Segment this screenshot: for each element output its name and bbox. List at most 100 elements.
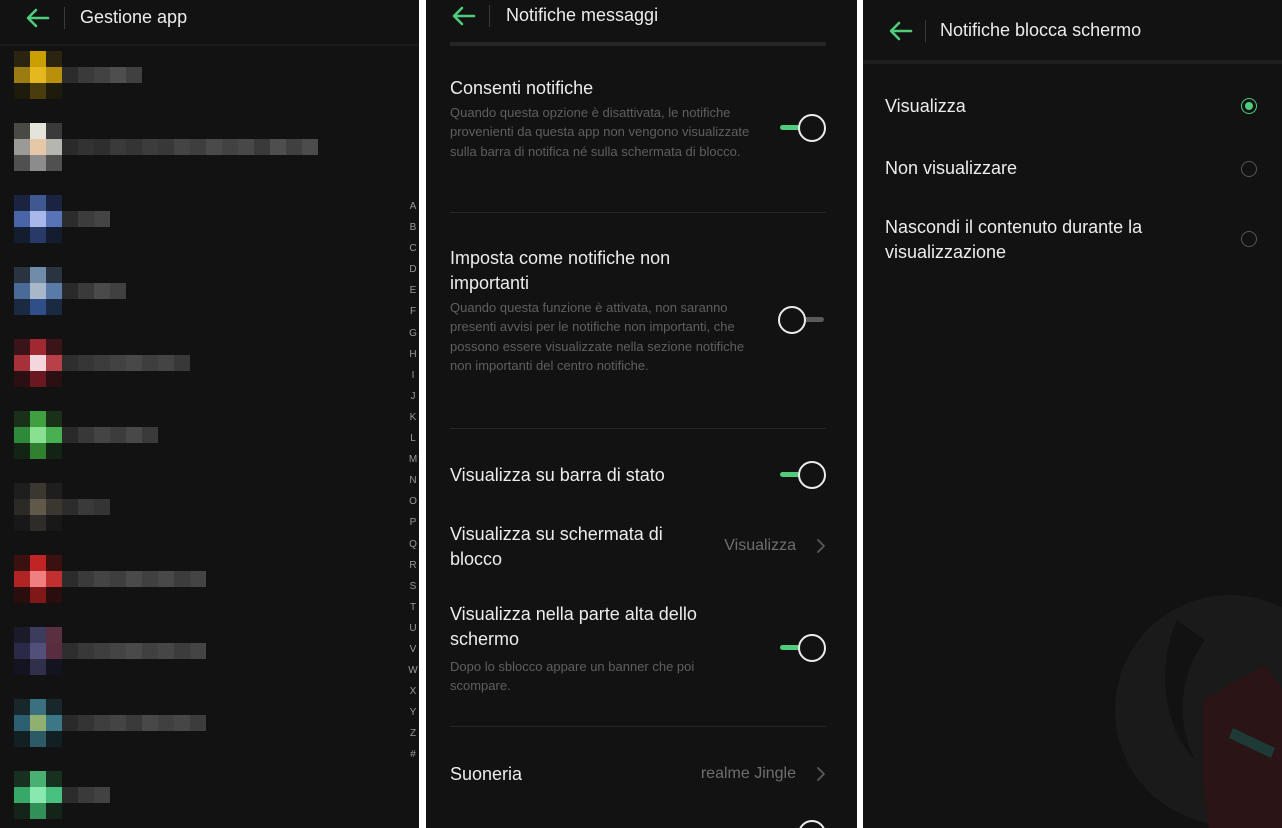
alphabet-index-letter[interactable]: G: [404, 323, 419, 344]
radio-selected-icon[interactable]: [1241, 98, 1257, 114]
divider: [450, 212, 826, 213]
app-icon-pixelated: [14, 114, 62, 180]
setting-description: Quando questa funzione è attivata, non s…: [450, 300, 745, 374]
app-list-item[interactable]: [0, 114, 400, 180]
back-arrow-icon[interactable]: [887, 20, 913, 42]
alphabet-index-letter[interactable]: Y: [404, 702, 419, 723]
app-icon-pixelated: [14, 474, 62, 540]
alphabet-index-letter[interactable]: H: [404, 344, 419, 365]
alphabet-index-letter[interactable]: C: [404, 238, 419, 259]
app-list-item[interactable]: [0, 330, 400, 396]
option-hide[interactable]: Non visualizzare: [885, 156, 1275, 182]
lock-screen-value[interactable]: Visualizza: [724, 537, 796, 555]
next-setting-toggle[interactable]: [778, 820, 826, 828]
app-icon-pixelated: [14, 618, 62, 684]
watermark-logo-icon: [1115, 580, 1282, 828]
alphabet-index-letter[interactable]: W: [404, 660, 419, 681]
app-list-item[interactable]: [0, 546, 400, 612]
app-list-item[interactable]: [0, 690, 400, 756]
header-separator: [863, 60, 1282, 64]
setting-title: Imposta come notifiche non importanti: [450, 248, 671, 293]
alphabet-index-letter[interactable]: P: [404, 512, 419, 533]
alphabet-index-letter[interactable]: R: [404, 555, 419, 576]
lockscreen-notifications-panel: Notifiche blocca schermo Visualizza Non …: [863, 0, 1282, 828]
setting-title: Visualizza su schermata di blocco: [450, 524, 663, 569]
status-bar-toggle[interactable]: [778, 461, 826, 489]
app-icon-pixelated: [14, 186, 62, 252]
alphabet-index-letter[interactable]: K: [404, 407, 419, 428]
app-list-item[interactable]: [0, 618, 400, 684]
radio-unselected-icon[interactable]: [1241, 161, 1257, 177]
alphabet-index-letter[interactable]: S: [404, 576, 419, 597]
alphabet-index-letter[interactable]: F: [404, 301, 419, 322]
app-list-item[interactable]: [0, 474, 400, 540]
heads-up-toggle[interactable]: [778, 634, 826, 662]
app-list-item[interactable]: [0, 42, 400, 108]
alphabet-index[interactable]: A B C D E F G H I J K L M N O P Q R S T U V W X Y Z #: [404, 196, 419, 766]
alphabet-index-letter[interactable]: X: [404, 681, 419, 702]
header-divider: [64, 7, 65, 29]
alphabet-index-letter[interactable]: M: [404, 449, 419, 470]
allow-notifications-toggle[interactable]: [778, 114, 826, 142]
alphabet-index-letter[interactable]: V: [404, 639, 419, 660]
alphabet-index-letter[interactable]: U: [404, 618, 419, 639]
app-icon-pixelated: [14, 258, 62, 324]
header-divider: [925, 20, 926, 42]
chevron-right-icon[interactable]: [816, 766, 826, 782]
app-list-item[interactable]: [0, 258, 400, 324]
ringtone-value[interactable]: realme Jingle: [701, 765, 796, 783]
app-management-panel: Gestione app A B C D E F G H I J K L M N O P Q R S T U V W X Y Z #: [0, 0, 419, 828]
setting-title: Visualizza su barra di stato: [450, 465, 665, 485]
alphabet-index-letter[interactable]: E: [404, 280, 419, 301]
setting-non-important[interactable]: Imposta come notifiche non importanti Qu…: [450, 246, 750, 376]
alphabet-index-letter[interactable]: O: [404, 491, 419, 512]
setting-ringtone[interactable]: Suoneria: [450, 762, 650, 787]
back-arrow-icon[interactable]: [450, 5, 476, 27]
divider: [450, 726, 826, 727]
alphabet-index-letter[interactable]: #: [404, 744, 419, 765]
alphabet-index-letter[interactable]: Z: [404, 723, 419, 744]
setting-description: Dopo lo sblocco appare un banner che poi…: [450, 659, 695, 694]
setting-title: Suoneria: [450, 764, 523, 784]
app-icon-pixelated: [14, 690, 62, 756]
page-title: Notifiche blocca schermo: [940, 20, 1142, 40]
alphabet-index-letter[interactable]: D: [404, 259, 419, 280]
alphabet-index-letter[interactable]: A: [404, 196, 419, 217]
app-list-item[interactable]: [0, 402, 400, 468]
chevron-right-icon[interactable]: [816, 538, 826, 554]
app-icon-pixelated: [14, 330, 62, 396]
option-show[interactable]: Visualizza: [885, 94, 1275, 120]
app-list-item[interactable]: [0, 186, 400, 252]
radio-unselected-icon[interactable]: [1241, 231, 1257, 247]
header-divider: [489, 5, 490, 27]
option-hide-content[interactable]: Nascondi il contenuto durante la visuali…: [885, 215, 1275, 267]
setting-title: Consenti notifiche: [450, 78, 594, 98]
setting-status-bar[interactable]: Visualizza su barra di stato: [450, 463, 750, 488]
alphabet-index-letter[interactable]: B: [404, 217, 419, 238]
page-title: Gestione app: [80, 7, 188, 27]
option-label: Nascondi il contenuto durante la visuali…: [885, 217, 1143, 262]
alphabet-index-letter[interactable]: J: [404, 386, 419, 407]
setting-description: Quando questa opzione è disattivata, le …: [450, 105, 750, 159]
alphabet-index-letter[interactable]: Q: [404, 534, 419, 555]
option-label: Visualizza: [885, 96, 966, 116]
option-label: Non visualizzare: [885, 158, 1018, 178]
setting-allow-notifications[interactable]: Consenti notifiche Quando questa opzione…: [450, 76, 750, 161]
app-icon-pixelated: [14, 402, 62, 468]
app-icon-pixelated: [14, 42, 62, 108]
setting-title: Visualizza nella parte alta dello scherm…: [450, 604, 697, 649]
divider: [450, 428, 826, 429]
app-icon-pixelated: [14, 546, 62, 612]
setting-lock-screen[interactable]: Visualizza su schermata di blocco: [450, 522, 710, 572]
message-notifications-panel: Notifiche messaggi Consenti notifiche Qu…: [426, 0, 857, 828]
app-icon-pixelated: [14, 762, 62, 828]
page-title: Notifiche messaggi: [506, 5, 659, 25]
setting-heads-up[interactable]: Visualizza nella parte alta dello scherm…: [450, 602, 750, 696]
back-arrow-icon[interactable]: [24, 7, 50, 29]
alphabet-index-letter[interactable]: T: [404, 597, 419, 618]
non-important-toggle[interactable]: [778, 306, 826, 334]
alphabet-index-letter[interactable]: N: [404, 470, 419, 491]
alphabet-index-letter[interactable]: L: [404, 428, 419, 449]
alphabet-index-letter[interactable]: I: [404, 365, 419, 386]
app-list-item[interactable]: [0, 762, 400, 828]
